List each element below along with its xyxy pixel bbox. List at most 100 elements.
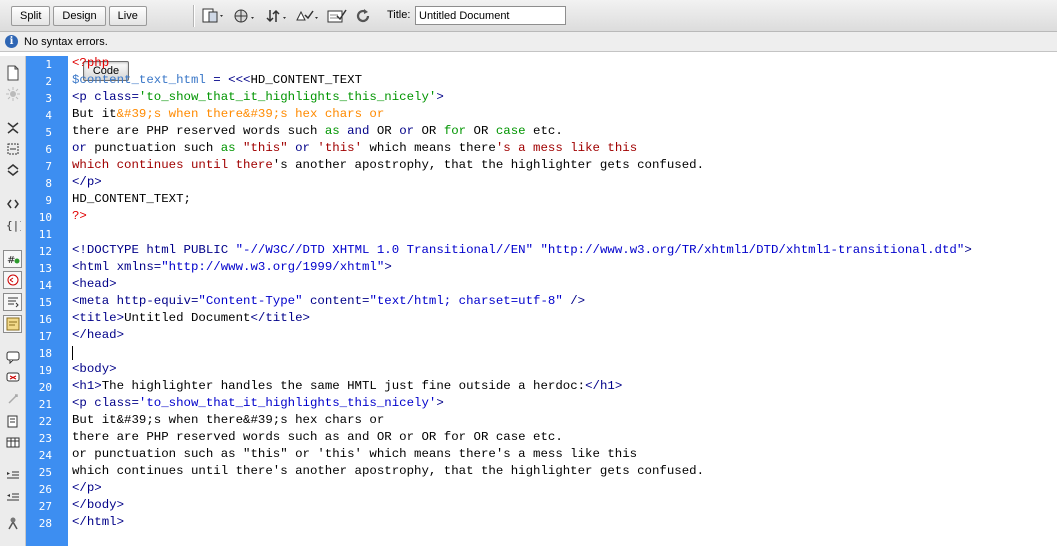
format-source-icon[interactable] (3, 514, 22, 532)
code-line: But it&#39;s when there&#39;s hex chars … (72, 412, 384, 429)
code-token: </p> (72, 175, 102, 189)
split-view-button[interactable]: Split (11, 6, 51, 26)
code-line: or punctuation such as "this" or 'this' … (72, 446, 637, 463)
code-token: "http://www.w3.org/1999/xhtml" (161, 260, 385, 274)
validate-icon[interactable] (325, 7, 351, 25)
code-line: <meta http-equiv="Content-Type" content=… (72, 293, 585, 310)
code-token: </h1> (585, 379, 623, 393)
code-line: <?php (72, 55, 109, 72)
line-number: 10 (38, 211, 52, 224)
design-view-button[interactable]: Design (53, 6, 106, 26)
code-token: or (287, 141, 318, 155)
code-token: ?> (72, 209, 87, 223)
code-line: which continues until there's another ap… (72, 157, 704, 174)
code-token: or (72, 141, 87, 155)
code-token: which continues until there (72, 158, 273, 172)
live-view-button[interactable]: Live (108, 6, 147, 26)
code-token: <head> (72, 277, 117, 291)
code-token: > (436, 90, 444, 104)
refresh-icon[interactable] (351, 7, 377, 25)
code-line: there are PHP reserved words such as and… (72, 429, 563, 446)
line-numbers-icon[interactable]: # (3, 250, 22, 268)
code-token: which means there (362, 141, 496, 155)
code-token: <<< (228, 73, 251, 87)
code-token: <!DOCTYPE html PUBLIC (72, 243, 236, 257)
code-token: "-//W3C//DTD XHTML 1.0 Transitional//EN" (235, 243, 534, 257)
highlight-invalid-code-icon[interactable] (3, 271, 22, 289)
code-token: case (495, 124, 526, 138)
code-token: /> (562, 294, 586, 308)
view-mode-buttons: Code Split Design Live (11, 6, 150, 81)
line-number: 26 (38, 483, 52, 496)
show-code-navigator-icon[interactable] (3, 85, 22, 103)
code-token: or (399, 124, 415, 138)
line-number: 25 (38, 466, 52, 479)
expand-all-icon[interactable] (3, 161, 22, 179)
outdent-code-icon[interactable] (3, 488, 22, 506)
code-token: punctuation such (86, 141, 221, 155)
code-token: there are PHP reserved words such (72, 124, 325, 138)
multiscreen-icon[interactable] (201, 7, 227, 25)
code-line: or punctuation such as "this" or 'this' … (72, 140, 637, 157)
code-token: 'to_show_that_it_highlights_this_nicely' (138, 90, 437, 104)
line-number: 18 (38, 347, 52, 360)
apply-comment-icon[interactable] (3, 348, 22, 366)
code-token: </p> (72, 481, 102, 495)
code-token: = (205, 73, 229, 87)
browser-check-icon[interactable] (295, 7, 321, 25)
info-icon: i (5, 35, 18, 48)
line-number: 4 (45, 109, 52, 122)
code-token: HD_CONTENT_TEXT; (72, 192, 191, 206)
code-line: </p> (72, 480, 102, 497)
code-line: <html xmlns="http://www.w3.org/1999/xhtm… (72, 259, 392, 276)
code-token: 's a mess like this (495, 141, 638, 155)
code-token: as (324, 124, 340, 138)
code-token: <meta http-equiv= (72, 294, 199, 308)
word-wrap-icon[interactable] (3, 293, 22, 311)
code-token: > (384, 260, 392, 274)
code-token: OR (414, 124, 444, 138)
code-line: <title>Untitled Document</title> (72, 310, 310, 327)
indent-code-icon[interactable] (3, 466, 22, 484)
code-token: as (220, 141, 236, 155)
collapse-selection-icon[interactable] (3, 140, 22, 158)
syntax-coloring-icon[interactable] (3, 315, 22, 333)
code-line: </html> (72, 514, 124, 531)
code-token: </head> (72, 328, 125, 342)
svg-text:{|}: {|} (6, 219, 21, 232)
code-token: "this" (243, 141, 288, 155)
file-management-icon[interactable] (264, 7, 290, 25)
text-cursor (72, 346, 73, 360)
line-number: 1 (45, 58, 52, 71)
code-token: 'this' (317, 141, 363, 155)
collapse-full-tag-icon[interactable] (3, 119, 22, 137)
line-number: 27 (38, 500, 52, 513)
select-parent-tag-icon[interactable] (3, 195, 22, 213)
line-number: 8 (45, 177, 52, 190)
line-number: 7 (45, 160, 52, 173)
line-number: 22 (38, 415, 52, 428)
code-token: OR (369, 124, 400, 138)
code-token: > (964, 243, 972, 257)
code-token: But it&#39;s when there&#39;s hex chars … (72, 413, 385, 427)
balance-braces-icon[interactable]: {|} (3, 216, 22, 234)
preview-globe-icon[interactable] (232, 7, 258, 25)
code-token: <p class= (72, 90, 139, 104)
code-line: $content_text_html = <<<HD_CONTENT_TEXT (72, 72, 362, 89)
code-token: OR (466, 124, 496, 138)
open-documents-icon[interactable] (3, 64, 22, 82)
code-line: <p class='to_show_that_it_highlights_thi… (72, 395, 444, 412)
line-number: 9 (45, 194, 52, 207)
wrap-tag-icon[interactable] (3, 390, 22, 408)
code-token: &#39;s when there&#39;s hex chars or (116, 107, 385, 121)
remove-comment-icon[interactable] (3, 369, 22, 387)
document-title-input[interactable] (415, 6, 566, 25)
code-token: or punctuation such as "this" or 'this' … (72, 447, 638, 461)
code-line: ?> (72, 208, 87, 225)
line-number: 24 (38, 449, 52, 462)
recent-snippets-icon[interactable] (3, 412, 22, 430)
code-token: $content_text_html (72, 73, 206, 87)
move-css-icon[interactable] (3, 433, 22, 451)
line-number: 21 (38, 398, 52, 411)
code-token: <body> (72, 362, 117, 376)
